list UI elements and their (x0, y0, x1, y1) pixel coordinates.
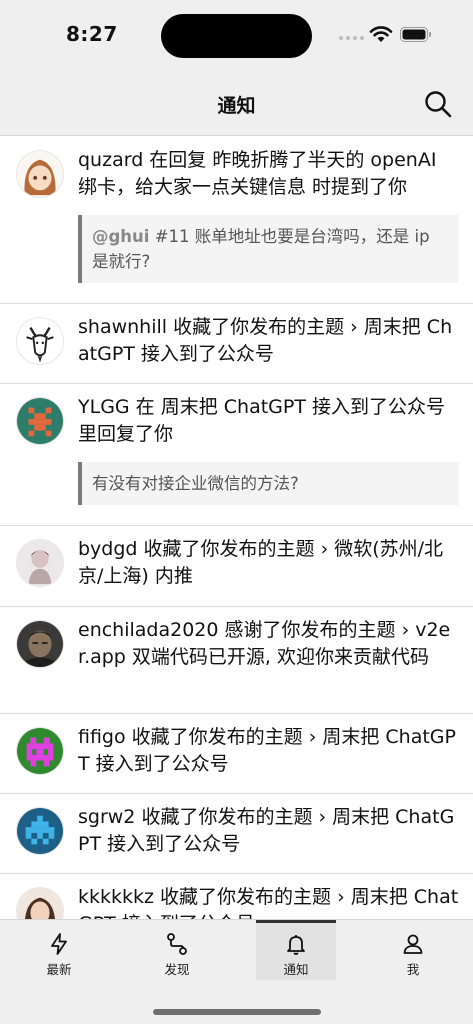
avatar[interactable] (16, 397, 64, 445)
photo-avatar-icon (17, 621, 63, 667)
notification-list: quzard 在回复 昨晚折腾了半天的 openAI 绑卡，给大家一点关键信息 … (0, 137, 473, 919)
notification-item[interactable]: enchilada2020 感谢了你发布的主题 › v2er.app 双端代码已… (0, 607, 473, 714)
notification-item[interactable]: quzard 在回复 昨晚折腾了半天的 openAI 绑卡，给大家一点关键信息 … (0, 137, 473, 304)
home-indicator[interactable] (153, 1009, 321, 1015)
discover-icon (167, 933, 187, 955)
notification-item[interactable]: bydgd 收藏了你发布的主题 › 微软(苏州/北京/上海) 内推 (0, 526, 473, 607)
tab-latest[interactable]: 最新 (0, 920, 118, 980)
notification-text: quzard 在回复 昨晚折腾了半天的 openAI 绑卡，给大家一点关键信息 … (78, 147, 459, 201)
wifi-icon (369, 26, 393, 42)
notification-text: sgrw2 收藏了你发布的主题 › 周末把 ChatGPT 接入到了公众号 (78, 804, 459, 858)
avatar[interactable] (16, 620, 64, 668)
username[interactable]: fifigo (78, 726, 126, 748)
status-bar: 8:27 (0, 0, 473, 70)
page-title: 通知 (217, 95, 256, 117)
tab-label: 发现 (164, 962, 190, 977)
topic-link[interactable]: 周末把 ChatGPT 接入到了公众号 (161, 396, 445, 418)
reply-quote[interactable]: 有没有对接企业微信的方法? (78, 462, 459, 505)
action-text: 收藏了你发布的主题 › (135, 806, 333, 828)
avatar[interactable] (16, 727, 64, 775)
notification-item[interactable]: kkkkkkz 收藏了你发布的主题 › 周末把 ChatGPT 接入到了公众号 (0, 874, 473, 919)
cellular-signal-icon (339, 36, 364, 40)
action-text: 收藏了你发布的主题 › (125, 726, 323, 748)
username[interactable]: bydgd (78, 538, 138, 560)
avatar[interactable] (16, 150, 64, 198)
username[interactable]: shawnhill (78, 316, 167, 338)
pixel-invader-avatar-icon (17, 728, 63, 774)
action-text: 感谢了你发布的主题 › (218, 619, 416, 641)
action-text: 在回复 (143, 149, 213, 171)
bell-icon (287, 935, 305, 955)
mention-link[interactable]: @ghui (92, 227, 149, 246)
username[interactable]: YLGG (78, 396, 130, 418)
avatar[interactable] (16, 887, 64, 919)
notification-text: YLGG 在 周末把 ChatGPT 接入到了公众号 里回复了你 (78, 394, 459, 448)
username[interactable]: sgrw2 (78, 806, 135, 828)
notification-text: bydgd 收藏了你发布的主题 › 微软(苏州/北京/上海) 内推 (78, 536, 459, 590)
photo-avatar-icon (17, 540, 63, 586)
username[interactable]: enchilada2020 (78, 619, 218, 641)
quote-text: 有没有对接企业微信的方法? (92, 474, 299, 493)
notification-item[interactable]: fifigo 收藏了你发布的主题 › 周末把 ChatGPT 接入到了公众号 (0, 714, 473, 794)
notification-item[interactable]: sgrw2 收藏了你发布的主题 › 周末把 ChatGPT 接入到了公众号 (0, 794, 473, 874)
pixel-invader-avatar-icon (17, 398, 63, 444)
notification-text: shawnhill 收藏了你发布的主题 › 周末把 ChatGPT 接入到了公众… (78, 314, 459, 368)
tab-discover[interactable]: 发现 (118, 920, 236, 980)
bolt-icon (51, 933, 67, 955)
battery-icon (400, 27, 431, 42)
action-text: 收藏了你发布的主题 › (167, 316, 364, 338)
search-icon[interactable] (422, 88, 454, 120)
notification-item[interactable]: shawnhill 收藏了你发布的主题 › 周末把 ChatGPT 接入到了公众… (0, 304, 473, 384)
tab-label: 我 (406, 962, 420, 977)
avatar[interactable] (16, 539, 64, 587)
dynamic-island (161, 14, 312, 58)
notification-text: enchilada2020 感谢了你发布的主题 › v2er.app 双端代码已… (78, 617, 459, 671)
action-text: 收藏了你发布的主题 › (137, 538, 335, 560)
status-time: 8:27 (66, 22, 118, 46)
username[interactable]: quzard (78, 149, 143, 171)
reply-quote[interactable]: @ghui #11 账单地址也要是台湾吗，还是 ip 是就行? (78, 215, 459, 283)
tab-label: 通知 (283, 962, 309, 977)
person-icon (403, 934, 423, 954)
notification-text: fifigo 收藏了你发布的主题 › 周末把 ChatGPT 接入到了公众号 (78, 724, 459, 778)
active-tab-indicator (256, 920, 336, 923)
anime-girl-avatar-icon (17, 151, 63, 197)
goat-avatar-icon (17, 318, 63, 364)
action-text: 收藏了你发布的主题 › (154, 886, 351, 908)
tab-me[interactable]: 我 (354, 920, 472, 980)
username[interactable]: kkkkkkz (78, 886, 154, 908)
action-text: 在 (129, 396, 161, 418)
photo-avatar-icon (17, 888, 63, 919)
navigation-bar: 通知 (0, 70, 473, 136)
pixel-invader-avatar-icon (17, 808, 63, 854)
suffix-text: 里回复了你 (78, 423, 174, 445)
avatar[interactable] (16, 317, 64, 365)
suffix-text: 时提到了你 (306, 176, 408, 198)
notification-item[interactable]: YLGG 在 周末把 ChatGPT 接入到了公众号 里回复了你 有没有对接企业… (0, 384, 473, 526)
tab-notifications[interactable]: 通知 (256, 920, 336, 980)
tab-label: 最新 (46, 962, 72, 977)
notification-text: kkkkkkz 收藏了你发布的主题 › 周末把 ChatGPT 接入到了公众号 (78, 884, 459, 919)
avatar[interactable] (16, 807, 64, 855)
